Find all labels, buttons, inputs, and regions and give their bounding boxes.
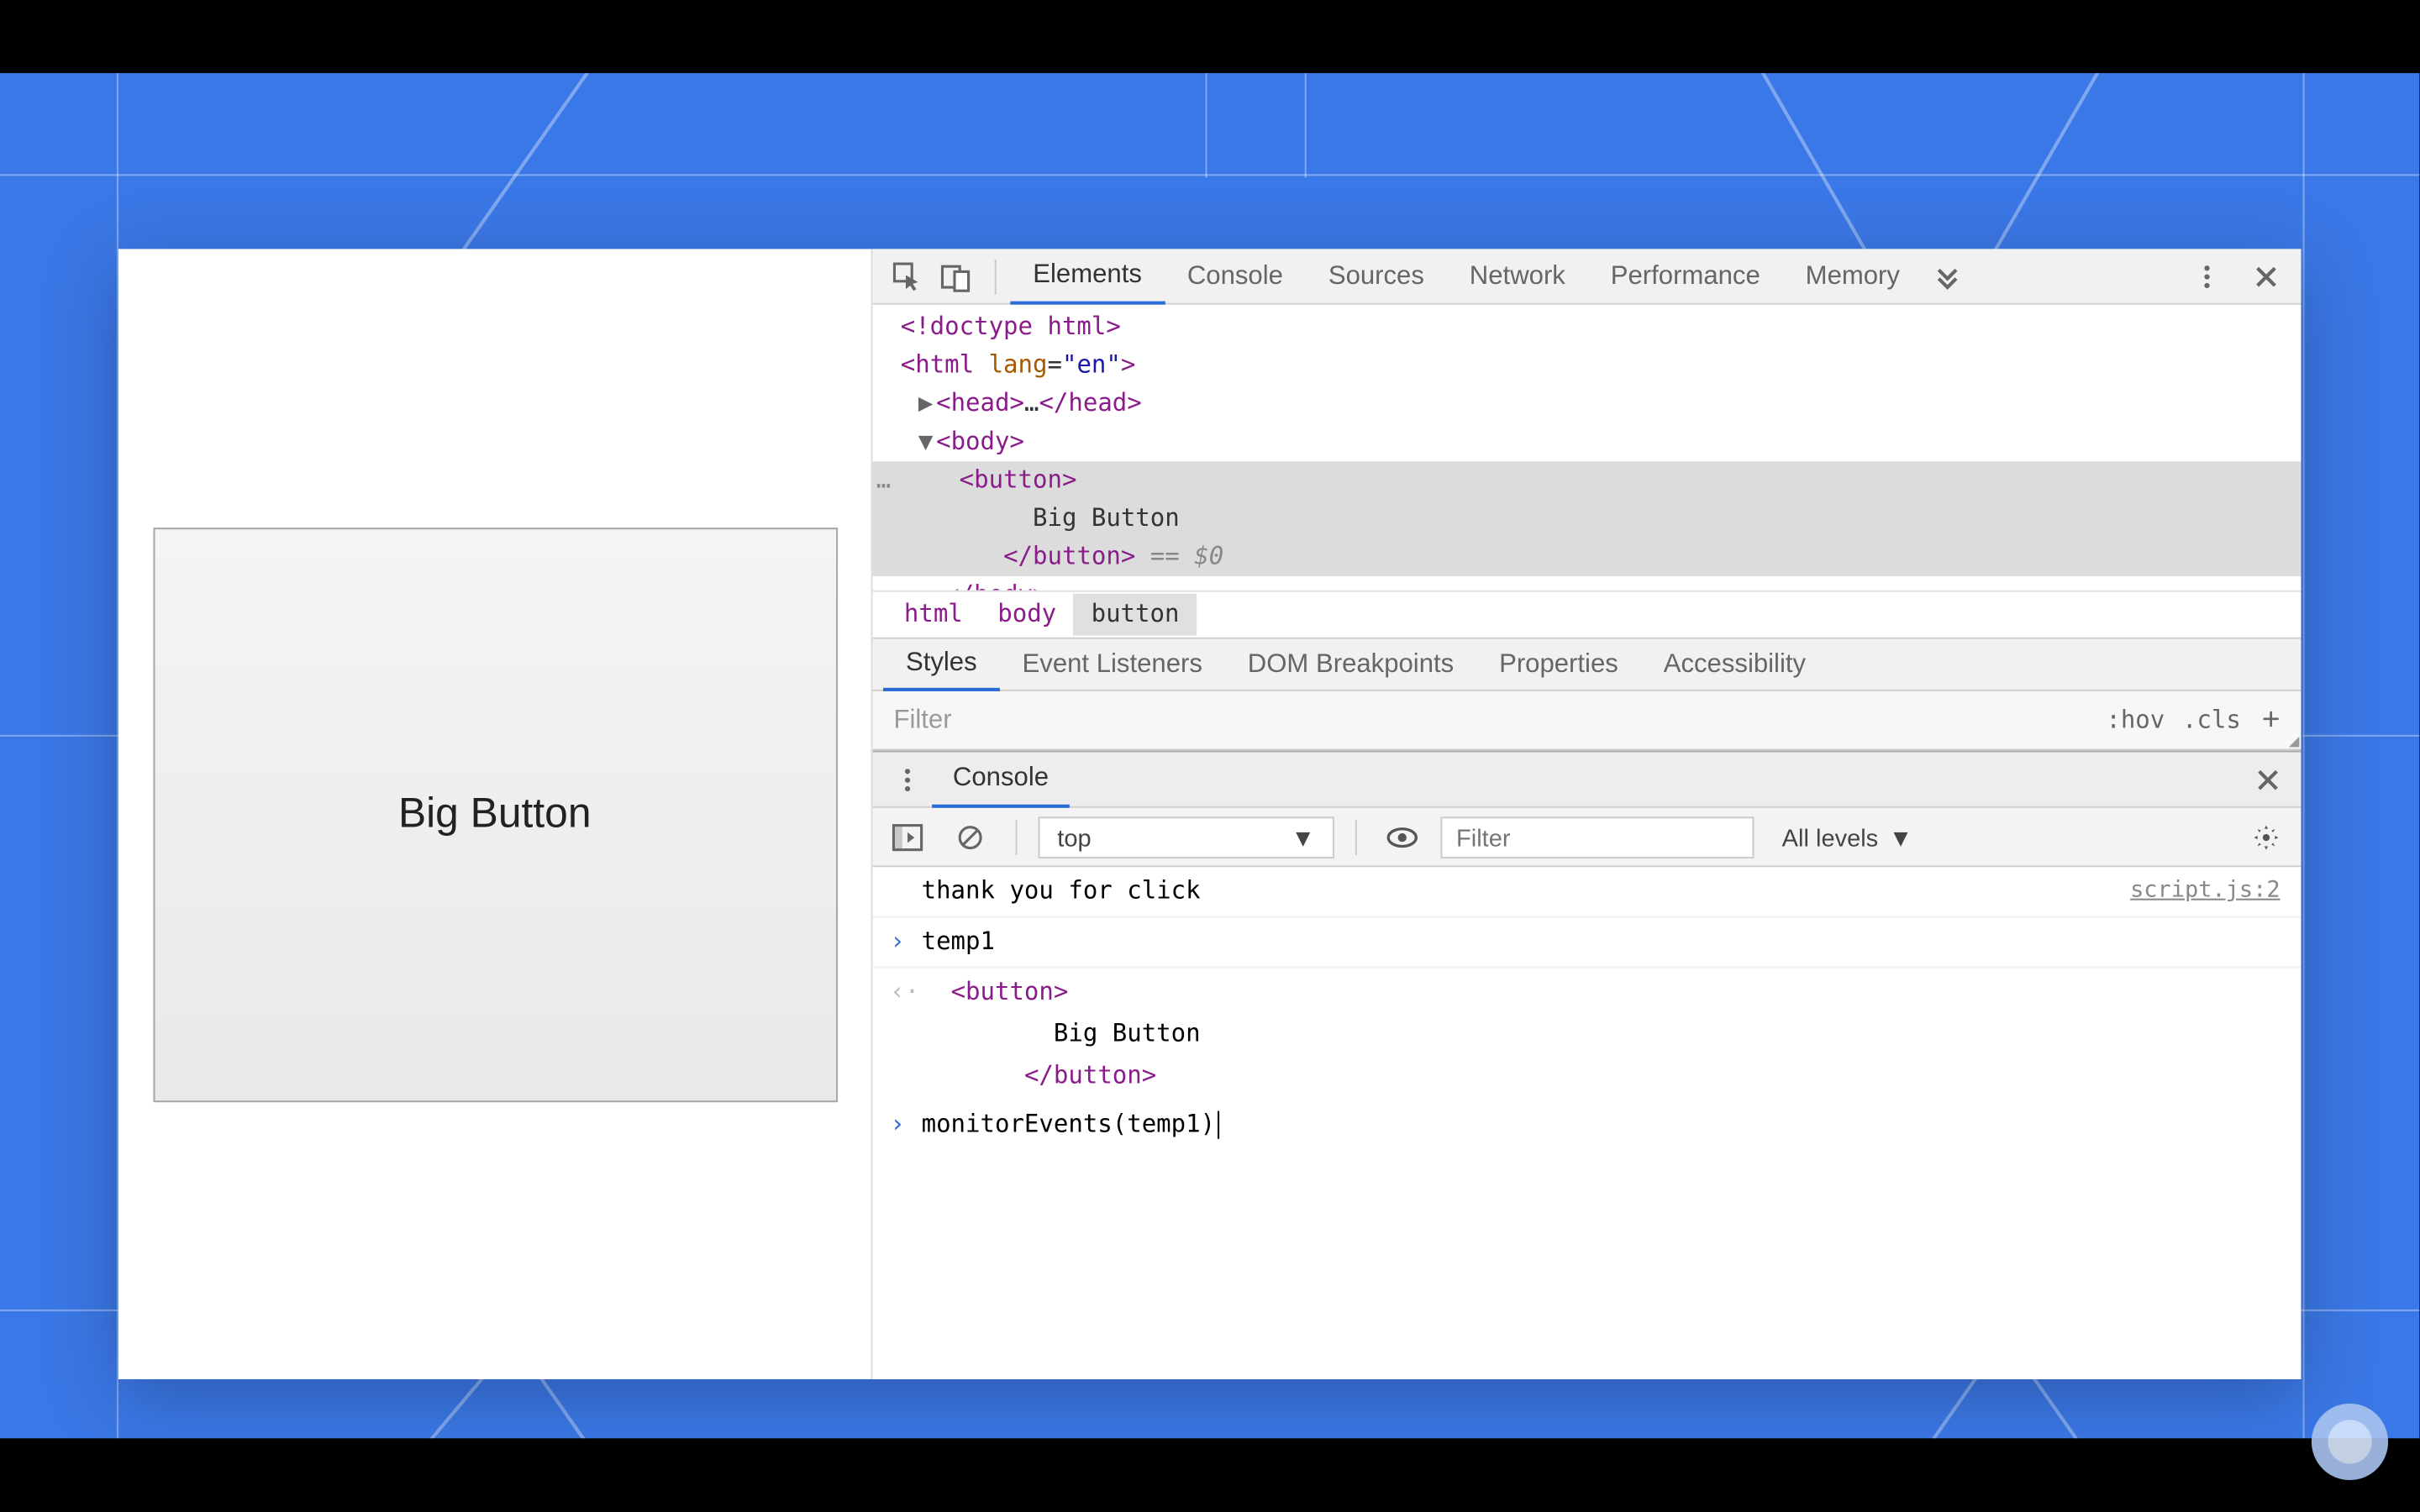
app-window: Big Button Elements Console Sources Net <box>118 249 2301 1378</box>
devtools-tabbar: Elements Console Sources Network Perform… <box>873 249 2302 304</box>
new-style-rule-icon[interactable]: + <box>2251 701 2291 738</box>
tab-accessibility[interactable]: Accessibility <box>1641 638 1828 690</box>
console-log-row[interactable]: thank you for click script.js:2 <box>873 867 2302 917</box>
drawer-kebab-icon[interactable] <box>883 755 932 804</box>
log-levels-value: All levels <box>1782 822 1879 850</box>
page-viewport: Big Button <box>118 249 871 1378</box>
console-input-text: temp1 <box>922 921 2287 963</box>
kebab-menu-icon[interactable] <box>2182 252 2231 301</box>
close-devtools-icon[interactable] <box>2242 252 2291 301</box>
log-levels-select[interactable]: All levels ▼ <box>1768 817 1927 856</box>
console-drawer: Console top <box>873 750 2302 1378</box>
big-button[interactable]: Big Button <box>152 527 837 1101</box>
dom-doctype[interactable]: <!doctype html> <box>873 308 2302 347</box>
dom-head[interactable]: ▶<head>…</head> <box>873 385 2302 423</box>
dom-body-open[interactable]: ▼<body> <box>873 423 2302 462</box>
tab-console[interactable]: Console <box>1165 248 1306 303</box>
more-tabs-icon[interactable] <box>1923 252 1971 301</box>
console-drawer-tabbar: Console <box>873 753 2302 808</box>
console-filter-input[interactable] <box>1440 816 1754 858</box>
drawer-tab-console[interactable]: Console <box>932 751 1070 806</box>
console-body[interactable]: thank you for click script.js:2 › temp1 … <box>873 867 2302 1378</box>
live-expression-icon[interactable] <box>1378 812 1427 861</box>
slide-background: Big Button Elements Console Sources Net <box>0 73 2419 1438</box>
prompt-chevron-icon: › <box>890 1104 904 1146</box>
elements-breadcrumb: html body button <box>873 591 2302 639</box>
inspect-element-icon[interactable] <box>883 252 932 301</box>
cls-toggle[interactable]: .cls <box>2182 706 2241 734</box>
device-toolbar-icon[interactable] <box>932 252 981 301</box>
console-sidebar-toggle-icon[interactable] <box>883 812 932 861</box>
styles-filter-input[interactable] <box>883 698 2106 742</box>
console-output-text: <button> Big Button </button> <box>922 972 2287 1097</box>
hov-toggle[interactable]: :hov <box>2106 706 2165 734</box>
console-settings-icon[interactable] <box>2242 812 2291 861</box>
tab-network[interactable]: Network <box>1447 248 1588 303</box>
tab-performance[interactable]: Performance <box>1588 248 1783 303</box>
clear-console-icon[interactable] <box>946 812 995 861</box>
styles-filter-bar: :hov .cls + <box>873 691 2302 750</box>
console-prompt-text[interactable]: monitorEvents(temp1) <box>922 1104 2287 1146</box>
tab-elements[interactable]: Elements <box>1010 248 1165 303</box>
console-log-message: thank you for click <box>922 871 2130 913</box>
console-toolbar: top ▼ All levels ▼ <box>873 808 2302 867</box>
dom-body-close[interactable]: </body> <box>873 576 2302 591</box>
crumb-html[interactable]: html <box>886 594 980 636</box>
context-select[interactable]: top ▼ <box>1039 816 1334 858</box>
output-chevron-icon: ‹· <box>890 972 919 1014</box>
devtools-panel: Elements Console Sources Network Perform… <box>871 249 2302 1378</box>
dom-selected-button[interactable]: … <button> Big Button </button> == $0 <box>873 461 2302 576</box>
console-log-source[interactable]: script.js:2 <box>2130 871 2287 913</box>
console-output-row[interactable]: ‹· <button> Big Button </button> <box>873 969 2302 1101</box>
dom-html-open[interactable]: <html lang="en"> <box>873 347 2302 386</box>
input-chevron-icon: › <box>890 921 904 963</box>
tab-memory[interactable]: Memory <box>1783 248 1923 303</box>
chevron-down-icon: ▼ <box>1291 822 1315 850</box>
styles-tabbar: Styles Event Listeners DOM Breakpoints P… <box>873 639 2302 691</box>
elements-tree[interactable]: <!doctype html> <html lang="en"> ▶<head>… <box>873 305 2302 591</box>
chevron-down-icon: ▼ <box>1889 822 1913 850</box>
crumb-button[interactable]: button <box>1074 594 1197 636</box>
tab-styles[interactable]: Styles <box>883 638 1000 690</box>
tab-sources[interactable]: Sources <box>1306 248 1447 303</box>
console-prompt-row[interactable]: › monitorEvents(temp1) <box>873 1100 2302 1149</box>
context-select-value: top <box>1057 822 1091 850</box>
chrome-logo-icon <box>2312 1404 2388 1480</box>
console-input-row[interactable]: › temp1 <box>873 917 2302 968</box>
resize-handle-icon[interactable] <box>2289 737 2299 747</box>
tab-dom-breakpoints[interactable]: DOM Breakpoints <box>1225 638 1476 690</box>
crumb-body[interactable]: body <box>981 594 1074 636</box>
drawer-close-icon[interactable] <box>2245 767 2291 791</box>
tab-event-listeners[interactable]: Event Listeners <box>1000 638 1225 690</box>
tab-properties[interactable]: Properties <box>1476 638 1641 690</box>
